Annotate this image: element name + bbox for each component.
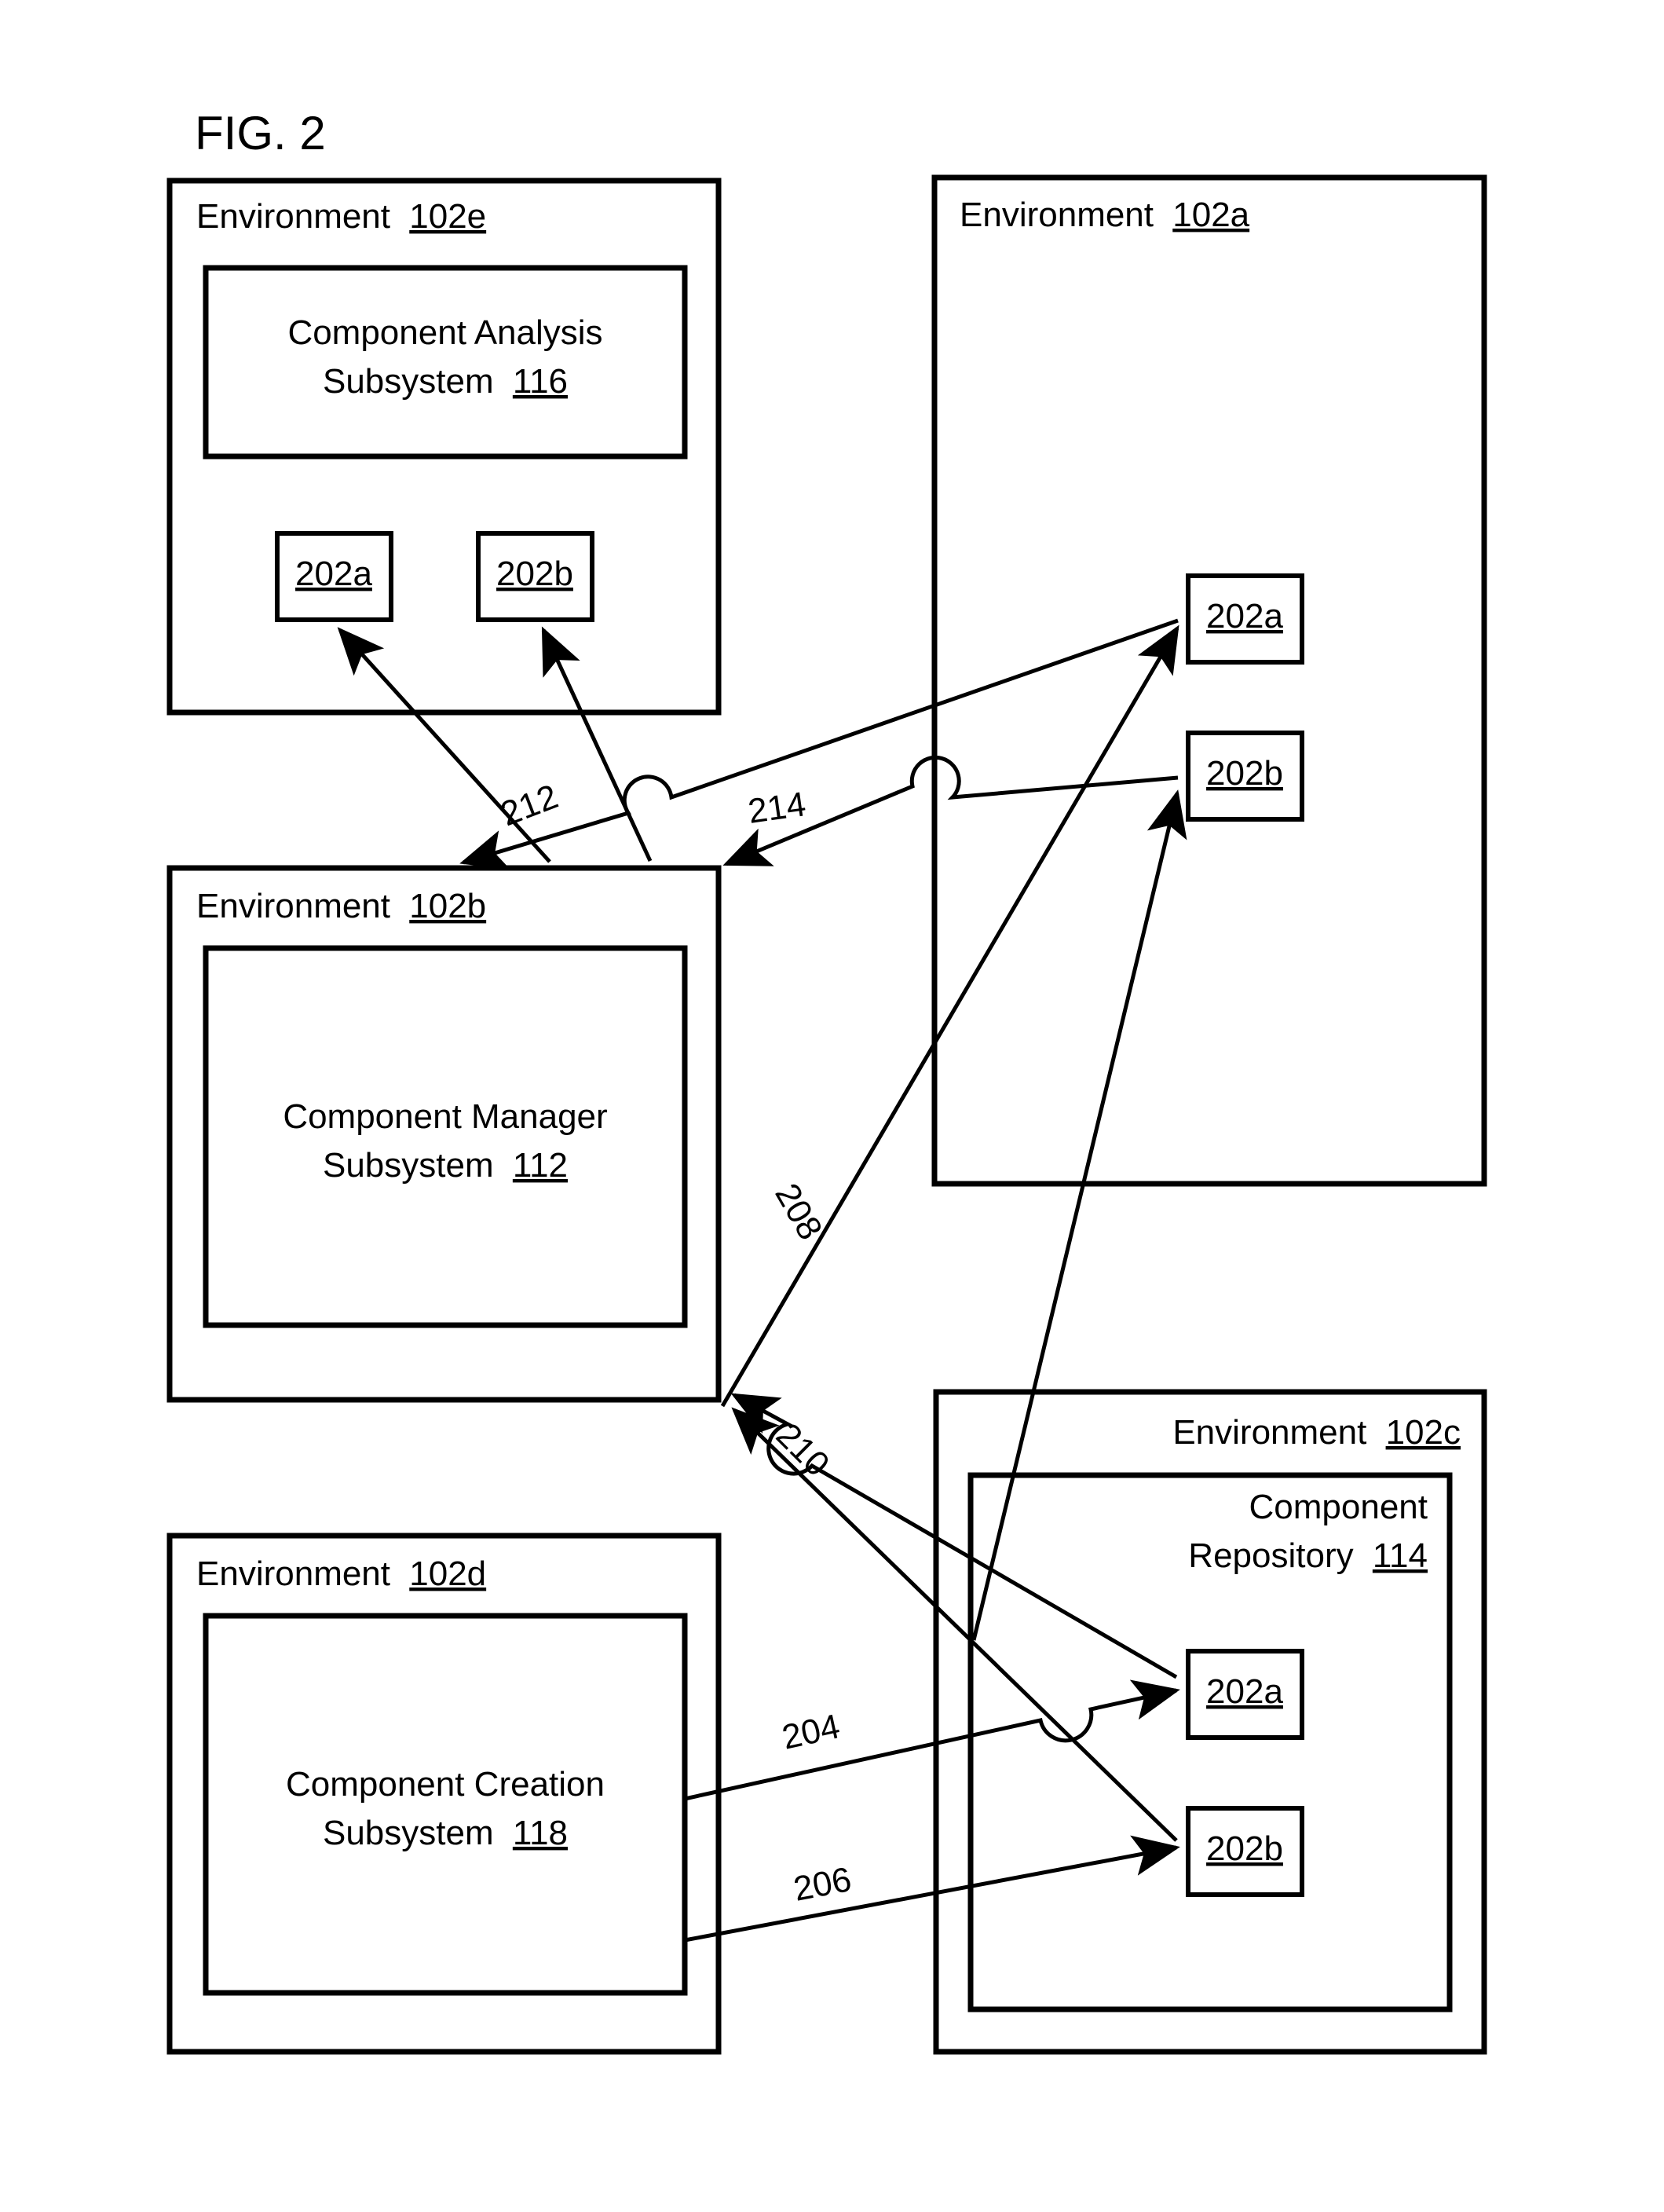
component-creation-subsystem-line1: Component Creation xyxy=(286,1765,605,1804)
figure-2-diagram: FIG. 2 Environment 102e Component Analys… xyxy=(166,107,1487,2055)
component-202b-in-102c-label: 202b xyxy=(1206,1829,1283,1868)
component-analysis-subsystem-line2: Subsystem 116 xyxy=(323,362,568,401)
component-creation-subsystem-box xyxy=(203,1613,688,1996)
environment-102d-label: Environment 102d xyxy=(196,1555,486,1593)
component-repository-line2: Repository 114 xyxy=(1188,1536,1428,1575)
environment-102a-box xyxy=(931,174,1487,1187)
component-manager-subsystem-line2: Subsystem 112 xyxy=(323,1146,568,1185)
component-202b-in-102e-label: 202b xyxy=(496,555,573,593)
component-202b-in-102a-label: 202b xyxy=(1206,754,1283,793)
figure-title: FIG. 2 xyxy=(195,107,326,159)
component-manager-subsystem-box xyxy=(203,945,688,1328)
component-202a-in-102c-label: 202a xyxy=(1206,1672,1283,1711)
connector-204-label: 204 xyxy=(779,1707,843,1757)
component-analysis-subsystem-line1: Component Analysis xyxy=(287,313,602,352)
environment-102e-label: Environment 102e xyxy=(196,197,486,236)
connector-212-label: 212 xyxy=(496,777,563,833)
component-repository-line1: Component xyxy=(1249,1488,1428,1526)
component-202a-in-102a-label: 202a xyxy=(1206,597,1283,635)
environment-102c-label: Environment 102c xyxy=(1172,1413,1461,1452)
environment-102b-label: Environment 102b xyxy=(196,887,486,925)
figure-canvas: FIG. 2 Environment 102e Component Analys… xyxy=(0,0,1664,2212)
component-creation-subsystem-line2: Subsystem 118 xyxy=(323,1814,568,1852)
environment-102a-label: Environment 102a xyxy=(960,196,1250,234)
connector-214-label: 214 xyxy=(746,785,809,831)
component-202a-in-102e-label: 202a xyxy=(295,555,372,593)
component-manager-subsystem-line1: Component Manager xyxy=(283,1097,607,1136)
connector-206-label: 206 xyxy=(791,1860,854,1909)
